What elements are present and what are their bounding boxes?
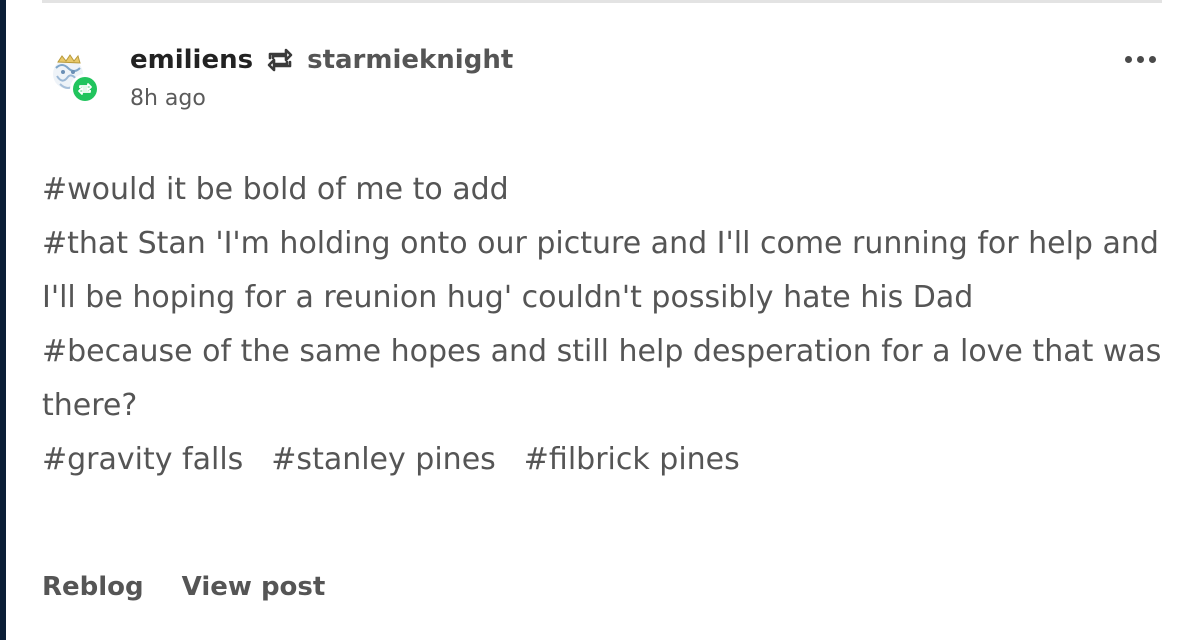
tag-link[interactable]: #filbrick pines: [524, 433, 740, 487]
post-timestamp[interactable]: 8h ago: [130, 86, 206, 111]
view-post-link[interactable]: View post: [182, 572, 326, 602]
tag-link[interactable]: #that Stan 'I'm holding onto our picture…: [42, 217, 1172, 325]
post-footer: Reblog View post: [42, 572, 325, 602]
reblog-badge: [70, 74, 100, 104]
reblog-icon: [265, 46, 295, 74]
more-dot: [1137, 55, 1144, 63]
tag-link[interactable]: #would it be bold of me to add: [42, 163, 1172, 217]
reblog-badge-icon: [73, 77, 97, 101]
tag-link[interactable]: #gravity falls: [42, 433, 243, 487]
more-options-icon[interactable]: [1125, 44, 1156, 74]
post-tags: #would it be bold of me to add #that Sta…: [42, 163, 1172, 487]
author-name[interactable]: emiliens: [130, 45, 253, 75]
left-edge-bar: [0, 0, 6, 640]
post-divider: [42, 0, 1162, 3]
tag-link[interactable]: #because of the same hopes and still hel…: [42, 325, 1172, 433]
more-dot: [1125, 55, 1132, 63]
reblog-button[interactable]: Reblog: [42, 572, 144, 602]
tag-row: #gravity falls #stanley pines #filbrick …: [42, 433, 1172, 487]
reblogged-from-name[interactable]: starmieknight: [307, 45, 513, 75]
post-attribution: emiliens starmieknight: [130, 42, 513, 78]
tag-link[interactable]: #stanley pines: [271, 433, 496, 487]
post-header: emiliens starmieknight 8h ago: [42, 40, 1162, 120]
more-dot: [1149, 55, 1156, 63]
